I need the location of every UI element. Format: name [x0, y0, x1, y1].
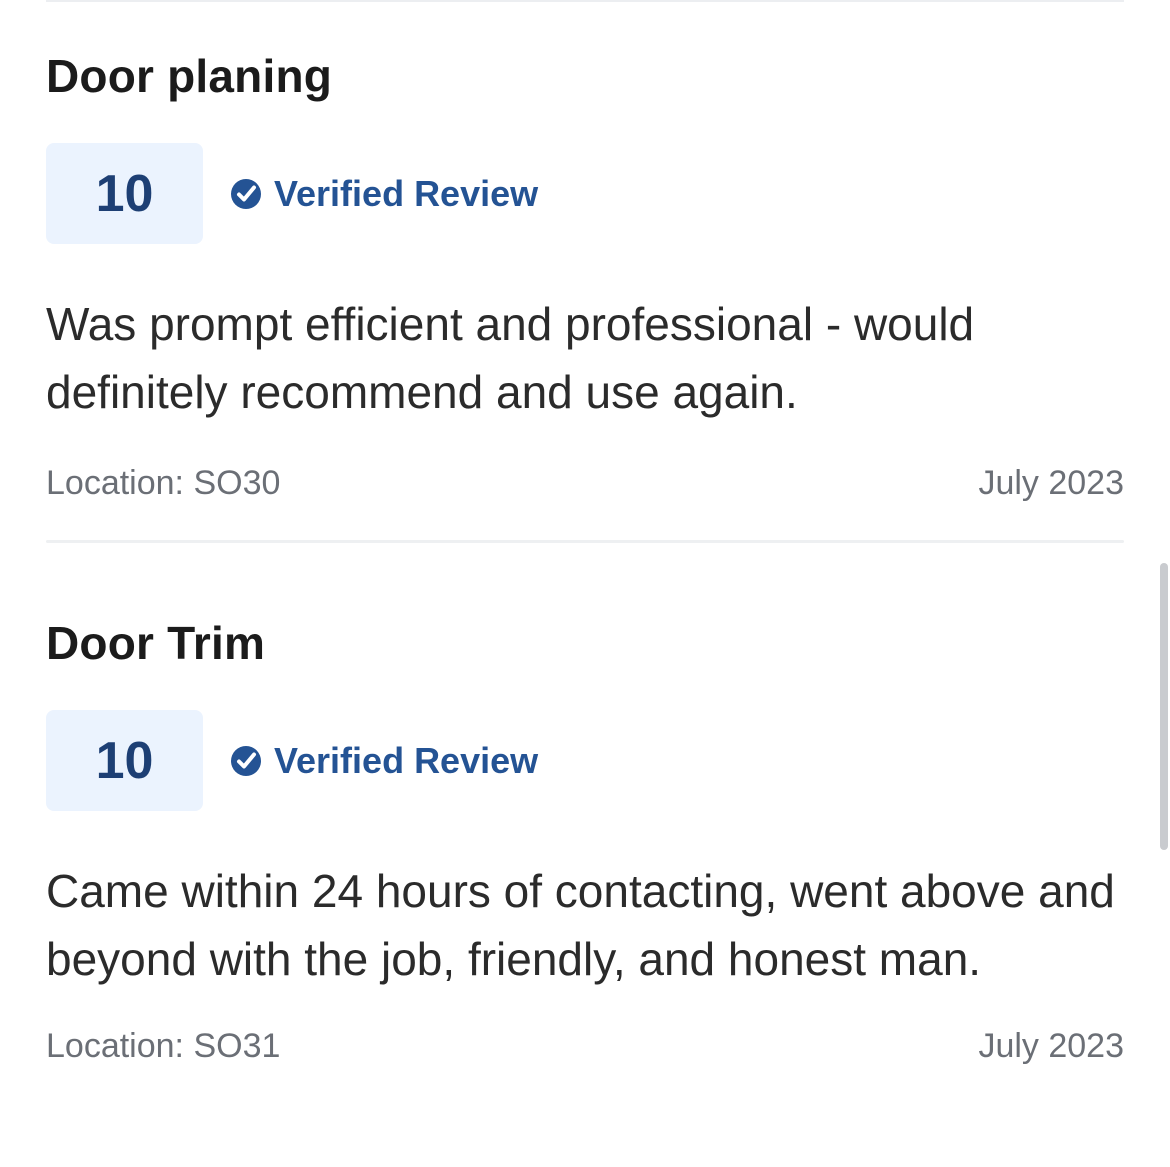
verified-review-label: Verified Review	[274, 172, 539, 214]
review-text: Was prompt efficient and professional - …	[46, 298, 975, 418]
review-title: Door Trim	[46, 617, 266, 669]
review-date: July 2023	[978, 464, 1124, 502]
review-location: Location: SO30	[46, 464, 281, 502]
rating-row: 10 Verified Review	[46, 710, 1124, 811]
verified-review-badge: Verified Review	[230, 173, 538, 215]
verified-check-icon	[231, 178, 261, 209]
review-date: July 2023	[978, 1027, 1124, 1065]
review-card: Door Trim 10 Verified Review Came within…	[46, 615, 1124, 1066]
verified-review-label: Verified Review	[274, 739, 539, 781]
verified-review-badge: Verified Review	[230, 740, 538, 782]
review-location: Location: SO31	[46, 1027, 281, 1065]
review-footer: Location: SO31 July 2023	[46, 1027, 1124, 1066]
review-title: Door planing	[46, 50, 333, 102]
rating-row: 10 Verified Review	[46, 143, 1124, 244]
score-badge: 10	[46, 143, 203, 244]
review-card: Door planing 10 Verified Review Was prom…	[46, 48, 1124, 503]
review-text: Came within 24 hours of contacting, went…	[46, 865, 1115, 985]
review-footer: Location: SO30 July 2023	[46, 464, 1124, 503]
review-divider	[46, 540, 1124, 543]
score-badge: 10	[46, 710, 203, 811]
verified-check-icon	[231, 745, 261, 776]
scrollbar-thumb[interactable]	[1160, 563, 1168, 850]
top-divider	[46, 0, 1124, 2]
